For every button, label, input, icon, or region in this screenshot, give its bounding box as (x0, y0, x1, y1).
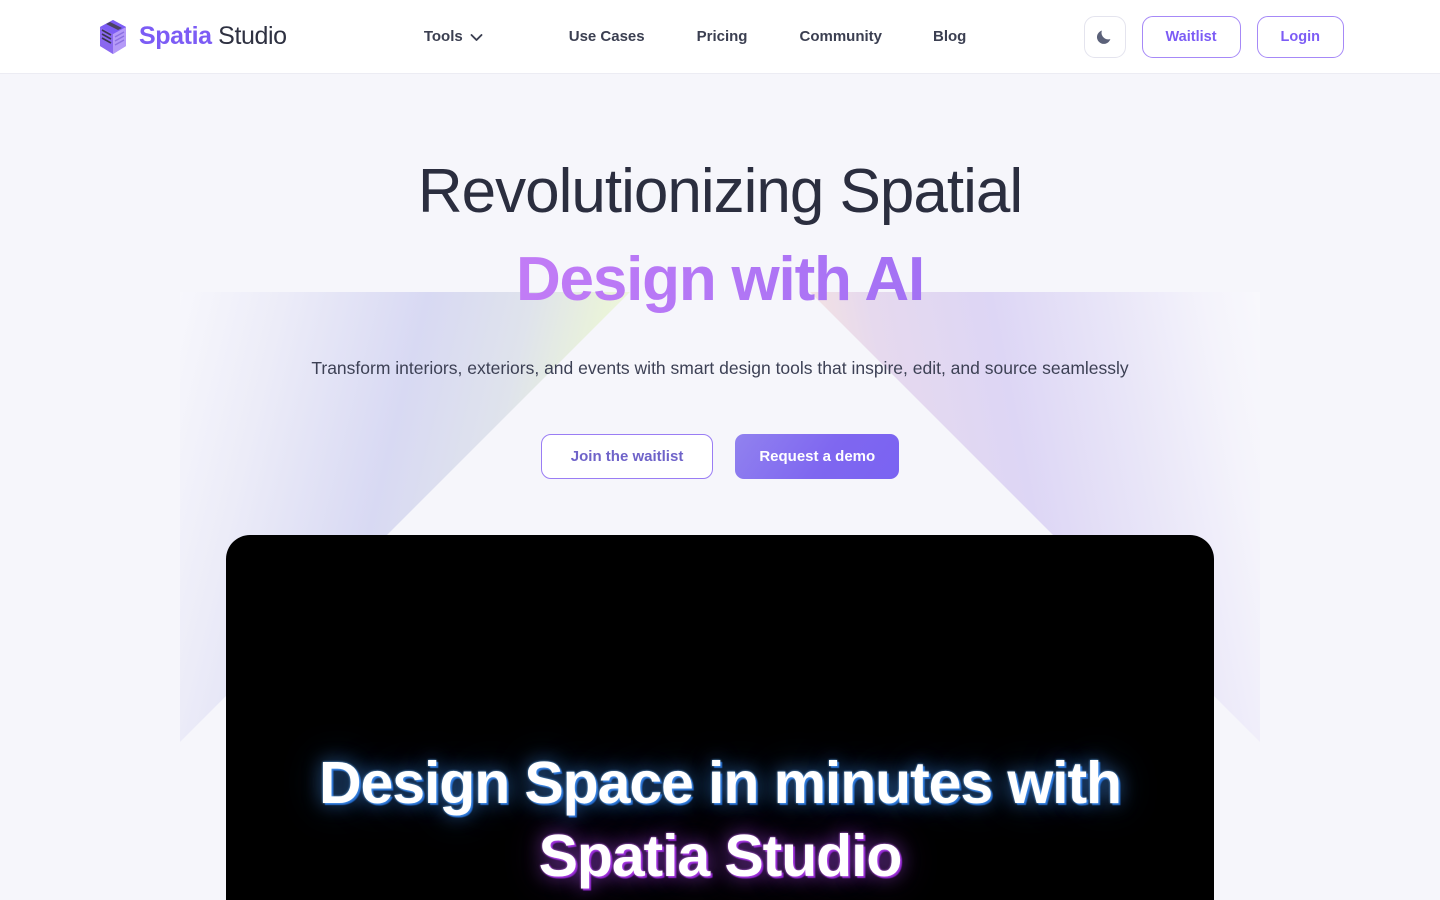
login-button[interactable]: Login (1256, 15, 1344, 58)
brand-name: Spatia Studio (139, 22, 287, 51)
nav-item-community[interactable]: Community (799, 20, 882, 53)
hero-section: Revolutionizing Spatial Design with AI T… (0, 74, 1440, 900)
brand-logo[interactable]: Spatia Studio (96, 18, 287, 56)
headline-line-1: Revolutionizing Spatial (417, 157, 1023, 226)
isometric-stack-logo-icon (100, 19, 126, 54)
nav-item-tools-label: Tools (423, 28, 463, 45)
video-heading-line-2: Spatia Studio (538, 823, 903, 890)
site-header: Spatia Studio Tools Use Cases Pricing Co… (0, 0, 1440, 74)
hero-cta-row: Join the waitlist Request a demo (0, 433, 1440, 479)
page-title: Revolutionizing Spatial Design with AI (0, 148, 1440, 324)
theme-toggle-button[interactable] (1083, 15, 1126, 58)
hero-subtitle: Transform interiors, exteriors, and even… (311, 358, 1129, 379)
brand-name-secondary: Studio (218, 22, 287, 50)
nav-item-use-cases[interactable]: Use Cases (569, 20, 645, 53)
moon-icon (1096, 30, 1111, 44)
header-actions: Waitlist Login (1083, 15, 1344, 58)
brand-name-primary: Spatia (139, 22, 212, 50)
video-heading-line-1: Design Space in minutes with (319, 749, 1122, 816)
join-waitlist-button[interactable]: Join the waitlist (540, 433, 714, 479)
hero-content: Revolutionizing Spatial Design with AI T… (0, 74, 1440, 479)
nav-item-blog-label: Blog (932, 28, 967, 45)
nav-item-pricing-label: Pricing (696, 28, 748, 45)
nav-item-use-cases-label: Use Cases (568, 28, 645, 45)
nav-item-blog[interactable]: Blog (933, 20, 966, 53)
video-heading: Design Space in minutes with Spatia Stud… (280, 747, 1160, 893)
request-demo-button[interactable]: Request a demo (735, 433, 900, 479)
hero-video-player[interactable]: Design Space in minutes with Spatia Stud… (226, 534, 1214, 900)
headline-line-2: Design with AI (0, 236, 1440, 324)
chevron-down-icon (470, 34, 483, 41)
waitlist-button[interactable]: Waitlist (1141, 15, 1241, 58)
nav-item-community-label: Community (799, 28, 882, 45)
nav-item-pricing[interactable]: Pricing (697, 20, 748, 53)
main-navigation: Tools Use Cases Pricing Community Blog (307, 20, 1084, 53)
nav-item-tools[interactable]: Tools (424, 20, 483, 53)
